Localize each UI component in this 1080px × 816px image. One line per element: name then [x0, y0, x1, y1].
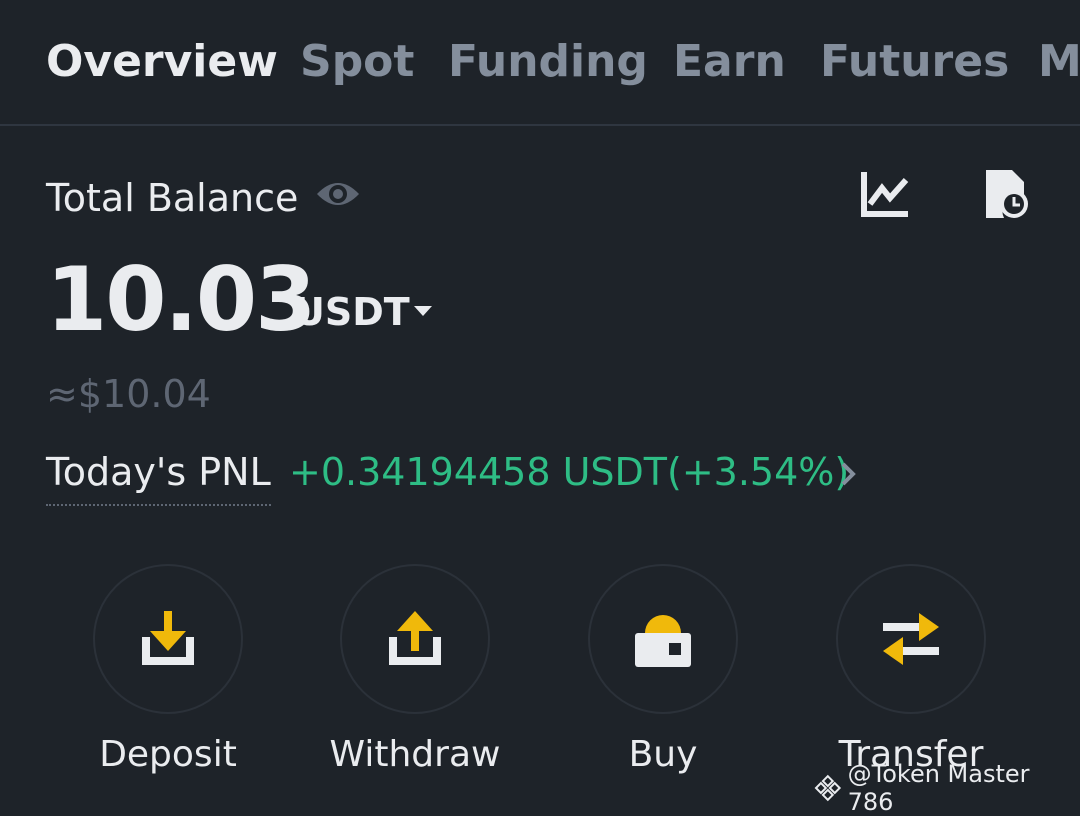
watermark-text: @Token Master 786 — [847, 760, 1030, 816]
binance-logo-icon — [814, 774, 842, 802]
transfer-icon — [883, 613, 939, 665]
deposit-button-circle[interactable] — [93, 564, 243, 714]
eye-icon[interactable] — [314, 174, 362, 214]
deposit-label: Deposit — [99, 734, 237, 775]
currency-selector[interactable]: USDT — [294, 290, 410, 334]
account-tabs: Overview Spot Funding Earn Futures Ma — [0, 0, 1080, 126]
transfer-button[interactable] — [836, 564, 986, 714]
watermark: @Token Master 786 — [814, 760, 1080, 816]
todays-pnl-label[interactable]: Today's PNL — [46, 450, 271, 506]
balance-fiat-approx: ≈$10.04 — [46, 372, 211, 416]
buy-button[interactable] — [588, 564, 738, 714]
transfer-button-circle[interactable] — [836, 564, 986, 714]
tab-futures[interactable]: Futures — [820, 36, 1009, 87]
tab-funding[interactable]: Funding — [448, 36, 648, 87]
balance-value: 10.03 — [46, 248, 316, 351]
chart-icon[interactable] — [858, 168, 912, 220]
buy-button-circle[interactable] — [588, 564, 738, 714]
withdraw-button-circle[interactable] — [340, 564, 490, 714]
tab-overview[interactable]: Overview — [46, 36, 278, 87]
tab-earn[interactable]: Earn — [673, 36, 786, 87]
caret-down-icon[interactable] — [412, 304, 434, 318]
tab-margin[interactable]: Ma — [1038, 36, 1080, 87]
total-balance-label: Total Balance — [46, 176, 299, 220]
todays-pnl-value[interactable]: +0.34194458 USDT(+3.54%) — [289, 450, 849, 494]
withdraw-button[interactable] — [340, 564, 490, 714]
chevron-right-icon[interactable] — [838, 460, 858, 488]
tab-spot[interactable]: Spot — [300, 36, 414, 87]
withdraw-icon — [389, 611, 441, 665]
withdraw-label: Withdraw — [329, 734, 501, 775]
buy-label: Buy — [628, 734, 698, 775]
deposit-button[interactable] — [93, 564, 243, 714]
buy-icon — [635, 615, 691, 667]
history-icon[interactable] — [982, 166, 1032, 222]
deposit-icon — [142, 611, 194, 665]
